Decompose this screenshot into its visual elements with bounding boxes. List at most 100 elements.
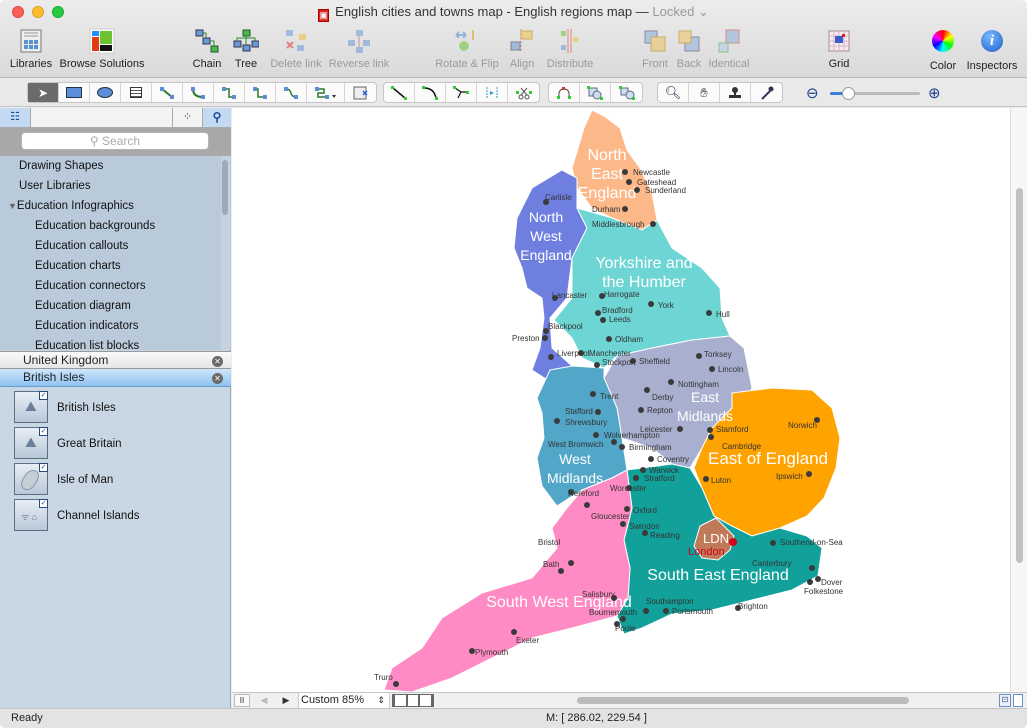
direct-connector-tool[interactable] [152,83,183,102]
city-marker-york[interactable] [648,301,654,307]
city-marker-repton[interactable] [638,407,644,413]
shape-channel-islands[interactable]: ✓ ᯤ ⌂ [14,499,48,531]
library-search-input[interactable]: ⚲ Search [21,132,209,150]
shape-great-britain[interactable]: ✓ ⛰ [14,427,48,459]
city-marker-lincoln[interactable] [709,366,715,372]
city-marker-middlesbrough[interactable] [650,221,656,227]
shape-british-isles[interactable]: ✓ ⛰ [14,391,48,423]
city-marker-trent[interactable] [590,391,596,397]
city-marker-nottingham[interactable] [668,379,674,385]
tree-item-education-infographics[interactable]: ▼Education Infographics [8,196,134,216]
city-marker-folkestone[interactable] [807,579,813,585]
spline-tool[interactable] [477,83,508,102]
tree-item-education-indicators[interactable]: Education indicators [35,316,139,336]
close-library-icon[interactable]: ✕ [212,373,223,384]
city-marker-coventry[interactable] [648,456,654,462]
bezier-connector-tool[interactable] [214,83,245,102]
city-marker-bradford[interactable] [595,310,601,316]
actual-size-button[interactable] [1013,694,1023,707]
city-marker-ipswich[interactable] [806,471,812,477]
previous-page-button[interactable]: ◀ [254,694,274,707]
grid-button[interactable]: Grid [822,28,856,70]
city-marker-preston[interactable] [542,335,548,341]
sidebar-scrollbar[interactable] [221,156,230,350]
page-thumb-3[interactable] [420,695,432,706]
sidebar-scroll-thumb[interactable] [222,160,228,215]
city-marker-derby[interactable] [644,387,650,393]
city-marker-warwick[interactable] [640,467,646,473]
library-united-kingdom[interactable]: United Kingdom ✕ [0,351,231,369]
city-marker-leicester[interactable] [677,426,683,432]
zoom-tool[interactable]: 🔍︎ [658,83,689,102]
horizontal-scroll-thumb[interactable] [577,697,909,704]
next-page-button[interactable]: ▶ [276,694,296,707]
front-button[interactable]: Front [640,28,670,70]
reverse-link-button[interactable]: Reverse link [328,28,390,70]
tree-item-education-diagram[interactable]: Education diagram [35,296,131,316]
city-marker-liverpool[interactable] [548,354,554,360]
city-marker-canterbury[interactable] [809,565,815,571]
tree-item-education-backgrounds[interactable]: Education backgrounds [35,216,155,236]
back-button[interactable]: Back [674,28,704,70]
stamp-tool[interactable] [720,83,751,102]
city-marker-luton[interactable] [703,476,709,482]
city-marker-west-bromwich[interactable] [611,439,617,445]
search-toggle[interactable]: ⚲ [202,108,231,127]
line-tool[interactable] [384,83,415,102]
ungroup-shapes-tool[interactable] [611,83,642,102]
city-marker-stratford[interactable] [633,475,639,481]
cut-tool[interactable] [508,83,539,102]
tree-item-drawing-shapes[interactable]: Drawing Shapes [19,156,103,176]
round-connector-tool[interactable] [307,83,345,102]
zoom-slider[interactable] [830,87,920,100]
eyedropper-tool[interactable] [751,83,782,102]
tree-item-education-callouts[interactable]: Education callouts [35,236,128,256]
city-marker-stafford[interactable] [595,409,601,415]
inspectors-button[interactable]: i Inspectors [964,28,1020,72]
city-marker-sunderland[interactable] [634,187,640,193]
city-marker-leeds[interactable] [600,317,606,323]
rectangle-tool[interactable] [59,83,90,102]
align-button[interactable]: Align [506,28,538,70]
fit-page-button[interactable]: ⊡ [999,694,1011,707]
arc-connector-tool[interactable] [183,83,214,102]
city-marker-durham[interactable] [622,206,628,212]
city-marker-bath[interactable] [568,560,574,566]
library-british-isles[interactable]: British Isles ✕ [0,369,231,387]
city-marker-torksey[interactable] [696,353,702,359]
zoom-in-icon[interactable]: ⊕ [928,84,941,102]
capital-marker-london[interactable] [729,538,737,546]
libraries-button[interactable]: Libraries [8,28,54,70]
rotate-flip-button[interactable]: Rotate & Flip [434,28,500,70]
vertical-scrollbar[interactable] [1010,108,1027,692]
color-button[interactable]: Color [926,28,960,72]
zoom-slider-knob[interactable] [842,87,855,100]
city-marker-swindon[interactable] [620,521,626,527]
text-tool[interactable] [121,83,152,102]
locked-status[interactable]: Locked ⌄ [652,4,708,19]
city-marker-stamford[interactable] [707,427,713,433]
chain-button[interactable]: Chain [188,28,226,70]
city-marker-wolverhampton[interactable] [593,432,599,438]
insert-container-tool[interactable] [345,83,376,102]
page-thumb-2[interactable] [407,695,419,706]
grid-view-toggle[interactable]: ⁘ [172,108,202,127]
select-tool[interactable]: ➤ [28,83,59,102]
zoom-select[interactable]: Custom 85% ⇕ [298,693,390,708]
distribute-button[interactable]: Distribute [544,28,596,70]
city-marker-southampton[interactable] [643,608,649,614]
city-marker-exeter[interactable] [511,629,517,635]
city-marker-reading[interactable] [642,530,648,536]
tree-item-education-connectors[interactable]: Education connectors [35,276,146,296]
city-marker-gloucester[interactable] [584,502,590,508]
region-south-west-england[interactable] [383,469,633,692]
smart-connector-tool[interactable] [245,83,276,102]
edit-points-tool[interactable] [549,83,580,102]
page-thumb-1[interactable] [395,695,406,706]
polyline-tool[interactable] [446,83,477,102]
disclosure-triangle-icon[interactable]: ▼ [8,201,17,211]
city-marker-portsmouth[interactable] [663,608,669,614]
close-library-icon[interactable]: ✕ [212,356,223,367]
shape-isle-of-man[interactable]: ✓ [14,463,48,495]
pan-tool[interactable]: ✋︎ [689,83,720,102]
